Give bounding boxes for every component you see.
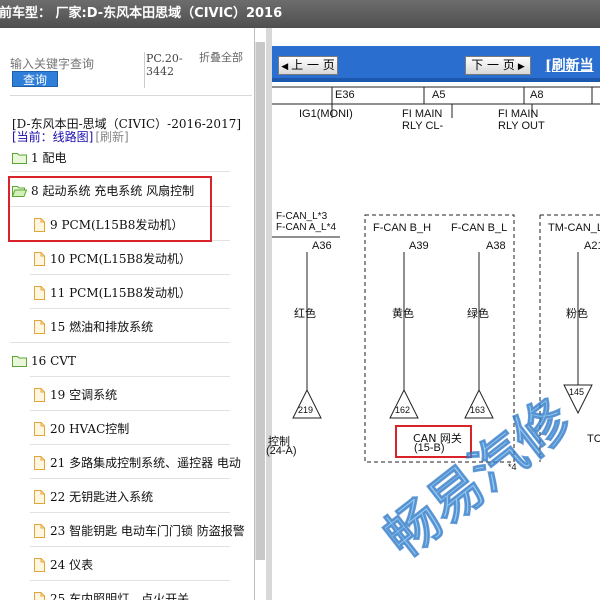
tree-item-label: 16 CVT <box>31 354 76 368</box>
divider <box>30 546 230 547</box>
next-arrow-icon: ▶ <box>517 62 525 72</box>
divider <box>30 512 230 513</box>
top-label: IG1(MONI) <box>299 108 353 120</box>
tree-item-label: 21 多路集成控制系统、遥控器 电动 <box>50 456 241 470</box>
divider <box>30 376 230 377</box>
divider <box>30 444 230 445</box>
tree-item-label: 20 HVAC控制 <box>50 422 130 436</box>
signal-label: F-CAN B_H <box>373 222 432 234</box>
top-label: FI MAIN <box>498 108 539 120</box>
tree-doc-item[interactable]: 19 空调系统 <box>30 383 250 407</box>
wire-color-label: 绿色 <box>467 307 489 320</box>
divider <box>30 580 230 581</box>
folder-icon <box>12 356 27 367</box>
refresh-link[interactable]: [刷新] <box>95 130 128 144</box>
document-icon <box>34 558 45 572</box>
divider <box>10 342 230 343</box>
prev-page-label: 上 一 页 <box>291 58 335 72</box>
document-icon <box>34 490 45 504</box>
top-label: FI MAIN <box>402 108 443 120</box>
left-panel <box>0 28 266 600</box>
connector-label: E36 <box>335 89 355 101</box>
pin-label: A36 <box>312 240 332 252</box>
wire-color-label: 红色 <box>294 307 316 320</box>
signal-label: F-CAN A_L*4 <box>276 222 337 233</box>
refresh-current-link[interactable]: [刷新当 <box>545 55 594 75</box>
tree-item-label: 10 PCM(L15B8发动机） <box>50 252 192 266</box>
divider <box>30 308 230 309</box>
top-label: RLY OUT <box>498 120 545 132</box>
wire-color-label: 粉色 <box>566 307 588 320</box>
top-label: RLY CL- <box>402 120 444 132</box>
collapse-all-button[interactable]: 折叠全部 <box>199 52 243 64</box>
bottom-label: (24-A) <box>266 445 297 457</box>
tree-item-label: 24 仪表 <box>50 558 94 572</box>
pin-label: A39 <box>409 240 429 252</box>
document-icon <box>34 592 45 600</box>
wire-color-label: 黄色 <box>392 307 414 320</box>
tree-item-label: 11 PCM(L15B8发动机） <box>50 286 192 300</box>
tree-doc-item[interactable]: 23 智能钥匙 电动车门门锁 防盗报警 <box>30 519 250 543</box>
document-icon <box>34 456 45 470</box>
tree-item-label: 15 燃油和排放系统 <box>50 320 154 334</box>
divider <box>10 171 230 172</box>
connector-label: A8 <box>530 89 544 101</box>
tree-doc-item[interactable]: 11 PCM(L15B8发动机） <box>30 281 250 305</box>
prev-page-button[interactable]: ◀ 上 一 页 <box>278 56 338 75</box>
tree-folder-item[interactable]: 1 配电 <box>10 146 250 170</box>
current-view-line: [当前：线路图] [刷新] <box>12 128 129 145</box>
highlight-box <box>8 176 212 242</box>
watermark: 畅易汽修 <box>345 390 600 600</box>
next-page-label: 下 一 页 <box>471 58 515 72</box>
tree-item-label: 23 智能钥匙 电动车门门锁 防盗报警 <box>50 524 245 538</box>
document-icon <box>34 422 45 436</box>
divider <box>30 410 230 411</box>
signal-label: F-CAN_L*3 <box>276 211 328 222</box>
prev-arrow-icon: ◀ <box>281 62 289 72</box>
tree-item-label: 19 空调系统 <box>50 388 118 402</box>
tree-item-label: 1 配电 <box>31 151 67 165</box>
connector-label: A5 <box>432 89 446 101</box>
current-view-label: [当前：线路图] <box>12 130 94 144</box>
tree-doc-item[interactable]: 20 HVAC控制 <box>30 417 250 441</box>
tree-doc-item[interactable]: 15 燃油和排放系统 <box>30 315 250 339</box>
tree-doc-item[interactable]: 25 车内照明灯，点火开关 <box>30 587 250 600</box>
document-icon <box>34 320 45 334</box>
divider <box>30 478 230 479</box>
search-button[interactable]: 查询 <box>12 71 58 87</box>
tree-item-label: 22 无钥匙进入系统 <box>50 490 154 504</box>
watermark-text: 畅易汽修 <box>373 390 583 570</box>
search-input[interactable] <box>10 56 145 72</box>
document-icon <box>34 252 45 266</box>
window-title: 当前车型： 厂家:D-东风本田思域（CIVIC）2016 <box>0 6 283 21</box>
next-page-button[interactable]: 下 一 页 ▶ <box>465 56 531 75</box>
pin-label: A38 <box>486 240 506 252</box>
tree-doc-item[interactable]: 24 仪表 <box>30 553 250 577</box>
document-icon <box>34 286 45 300</box>
pc-code: PC.20-3442 <box>146 52 183 78</box>
triangle-number: 219 <box>298 405 314 415</box>
left-scrollbar[interactable] <box>255 42 265 560</box>
tree-doc-item[interactable]: 21 多路集成控制系统、遥控器 电动 <box>30 451 250 475</box>
divider <box>144 52 145 88</box>
divider <box>272 78 600 82</box>
tree-folder-item[interactable]: 16 CVT <box>10 349 250 373</box>
tree-item-label: 25 车内照明灯，点火开关 <box>50 592 190 600</box>
divider <box>10 95 252 96</box>
folder-icon <box>12 153 27 164</box>
tree-doc-item[interactable]: 10 PCM(L15B8发动机） <box>30 247 250 271</box>
tree-doc-item[interactable]: 22 无钥匙进入系统 <box>30 485 250 509</box>
document-icon <box>34 388 45 402</box>
pin-label: A21 <box>584 240 600 252</box>
window-title-bar: 当前车型： 厂家:D-东风本田思域（CIVIC）2016 <box>0 0 600 28</box>
signal-label: F-CAN B_L <box>451 222 508 234</box>
divider <box>30 274 230 275</box>
document-icon <box>34 524 45 538</box>
signal-label: TM-CAN_L <box>548 222 600 234</box>
